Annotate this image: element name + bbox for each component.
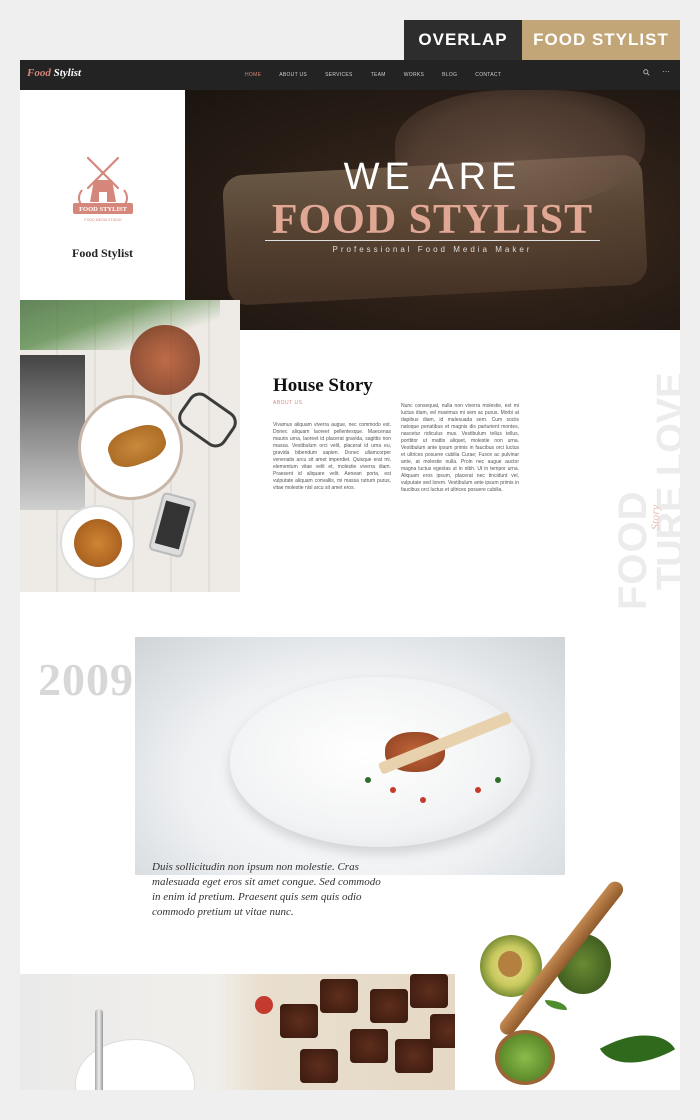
nav-item-about-us[interactable]: ABOUT US	[279, 72, 307, 78]
nav-item-team[interactable]: TEAM	[371, 72, 386, 78]
svg-text:FOOD MEDIA STUDIO: FOOD MEDIA STUDIO	[84, 218, 121, 222]
breakfast-photo	[20, 300, 240, 592]
logo-rest-text: Stylist	[50, 67, 82, 79]
avocado-photo	[475, 878, 680, 1090]
hero-banner: WE ARE FOOD STYLIST Professional Food Me…	[185, 90, 680, 330]
hero-heading-line1: WE ARE	[343, 156, 522, 198]
story-text-column-1: Vivamus aliquam viverra augue, nec commo…	[273, 422, 391, 491]
plated-dish-photo	[135, 637, 565, 875]
main-menu: HOME ABOUT US SERVICES TEAM WORKS BLOG C…	[245, 60, 519, 90]
site-logo[interactable]: Food Stylist	[27, 67, 81, 79]
feature-caption: Duis sollicitudin non ipsum non molestie…	[152, 861, 381, 918]
story-subtitle: ABOUT US	[273, 400, 303, 406]
nav-item-services[interactable]: SERVICES	[325, 72, 353, 78]
hero-tagline: Professional Food Media Maker	[332, 245, 533, 254]
vertical-word-food: FOOD	[611, 490, 655, 610]
brownies-photo	[20, 974, 455, 1090]
hero-heading-line2: FOOD STYLIST	[271, 197, 594, 243]
story-title: House Story	[273, 375, 373, 396]
nav-item-works[interactable]: WORKS	[404, 72, 424, 78]
header-ribbon: OVERLAP FOOD STYLIST	[404, 20, 680, 60]
nav-item-blog[interactable]: BLOG	[442, 72, 457, 78]
top-navigation: Food Stylist HOME ABOUT US SERVICES TEAM…	[20, 60, 680, 90]
windmill-emblem-icon: FOOD STYLIST FOOD MEDIA STUDIO	[68, 150, 138, 235]
nav-item-contact[interactable]: CONTACT	[475, 72, 501, 78]
search-icon[interactable]	[643, 69, 650, 78]
brand-card: FOOD STYLIST FOOD MEDIA STUDIO Food Styl…	[20, 90, 185, 300]
tea-cup-image	[60, 505, 135, 580]
site-preview: Food Stylist HOME ABOUT US SERVICES TEAM…	[20, 60, 680, 1090]
brand-name: Food Stylist	[71, 246, 133, 260]
nav-item-home[interactable]: HOME	[245, 72, 261, 78]
ribbon-overlap-label: OVERLAP	[404, 20, 522, 60]
vertical-script-word: Story	[648, 504, 662, 530]
year-label: 2009	[38, 654, 134, 705]
vertical-word-love: TURE LOVE	[650, 372, 680, 590]
hero-divider	[265, 240, 600, 241]
logo-accent-text: Food	[27, 67, 51, 79]
story-text-column-2: Nunc consequat, nulla non viverra molest…	[401, 403, 519, 493]
svg-text:FOOD STYLIST: FOOD STYLIST	[79, 206, 128, 213]
teapot-image	[130, 325, 200, 395]
magazine-image	[20, 355, 85, 510]
ribbon-food-stylist-label: FOOD STYLIST	[522, 20, 680, 60]
more-icon[interactable]: ⋯	[662, 67, 670, 76]
